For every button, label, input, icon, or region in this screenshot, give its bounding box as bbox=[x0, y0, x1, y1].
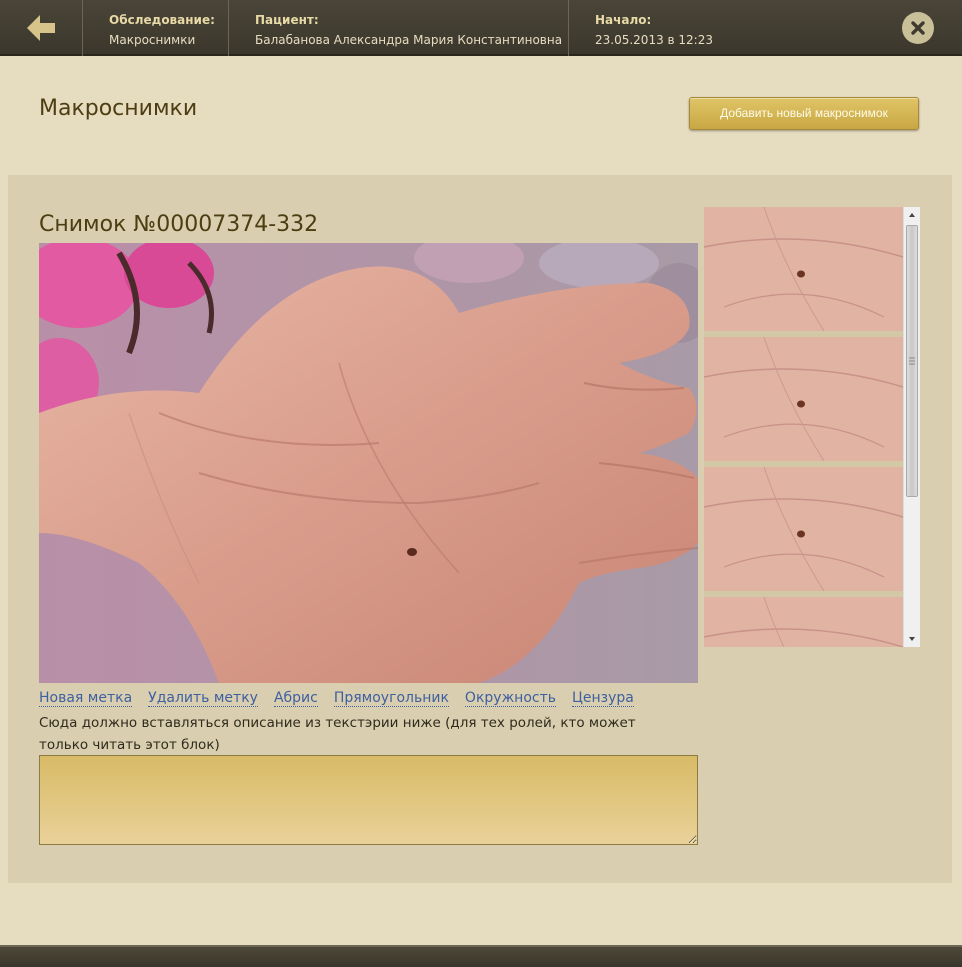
exam-label: Обследование: bbox=[109, 13, 215, 27]
top-bar: Обследование: Макроснимки Пациент: Балаб… bbox=[0, 0, 962, 56]
exam-info: Обследование: Макроснимки bbox=[109, 11, 215, 49]
triangle-up-icon bbox=[909, 213, 915, 217]
thumbnail-item[interactable] bbox=[704, 597, 903, 647]
description-textarea[interactable] bbox=[39, 755, 698, 845]
start-value: 23.05.2013 в 12:23 bbox=[595, 33, 713, 47]
scroll-up-button[interactable] bbox=[904, 207, 920, 223]
back-button[interactable] bbox=[0, 0, 82, 56]
thumbnail-image bbox=[704, 337, 903, 461]
thumbnail-image bbox=[704, 467, 903, 591]
snapshot-title: Снимок №00007374-332 bbox=[39, 212, 319, 237]
bottom-bar bbox=[0, 945, 962, 967]
rectangle-tool-link[interactable]: Прямоугольник bbox=[333, 690, 449, 707]
circle-tool-link[interactable]: Окружность bbox=[464, 690, 557, 707]
header-divider bbox=[228, 0, 229, 56]
triangle-down-icon bbox=[909, 637, 915, 641]
arrow-left-icon bbox=[27, 15, 55, 41]
close-button[interactable] bbox=[902, 12, 934, 44]
close-icon bbox=[911, 21, 925, 35]
patient-value: Балабанова Александра Мария Константинов… bbox=[255, 33, 563, 47]
outline-tool-link[interactable]: Абрис bbox=[273, 690, 318, 707]
delete-mark-link[interactable]: Удалить метку bbox=[148, 690, 258, 707]
header-divider bbox=[568, 0, 569, 56]
censor-tool-link[interactable]: Цензура bbox=[572, 690, 634, 707]
scroll-thumb[interactable] bbox=[906, 225, 918, 497]
exam-value: Макроснимки bbox=[109, 33, 196, 47]
header-divider bbox=[82, 0, 83, 56]
patient-label: Пациент: bbox=[255, 13, 319, 27]
snapshot-image[interactable] bbox=[39, 243, 698, 683]
page-title: Макроснимки bbox=[39, 96, 198, 121]
thumbnail-image bbox=[704, 207, 903, 331]
annotation-toolbar: Новая метка Удалить метку Абрис Прямоуго… bbox=[39, 690, 634, 707]
thumbnail-item[interactable] bbox=[704, 467, 903, 591]
start-info: Начало: 23.05.2013 в 12:23 bbox=[595, 11, 713, 49]
thumbnail-image bbox=[704, 597, 903, 647]
start-label: Начало: bbox=[595, 13, 652, 27]
thumbnail-list[interactable] bbox=[704, 207, 920, 647]
thumbnail-scrollbar[interactable] bbox=[903, 207, 920, 647]
thumbnail-item[interactable] bbox=[704, 337, 903, 461]
hand-photo bbox=[39, 243, 698, 683]
add-macro-photo-button[interactable]: Добавить новый макроснимок bbox=[689, 97, 919, 130]
scroll-down-button[interactable] bbox=[904, 631, 920, 647]
grip-icon bbox=[909, 357, 915, 365]
thumbnail-item[interactable] bbox=[704, 207, 903, 331]
new-mark-link[interactable]: Новая метка bbox=[39, 690, 133, 707]
snapshot-description: Сюда должно вставляться описание из текс… bbox=[39, 715, 636, 753]
patient-info: Пациент: Балабанова Александра Мария Кон… bbox=[255, 11, 562, 49]
